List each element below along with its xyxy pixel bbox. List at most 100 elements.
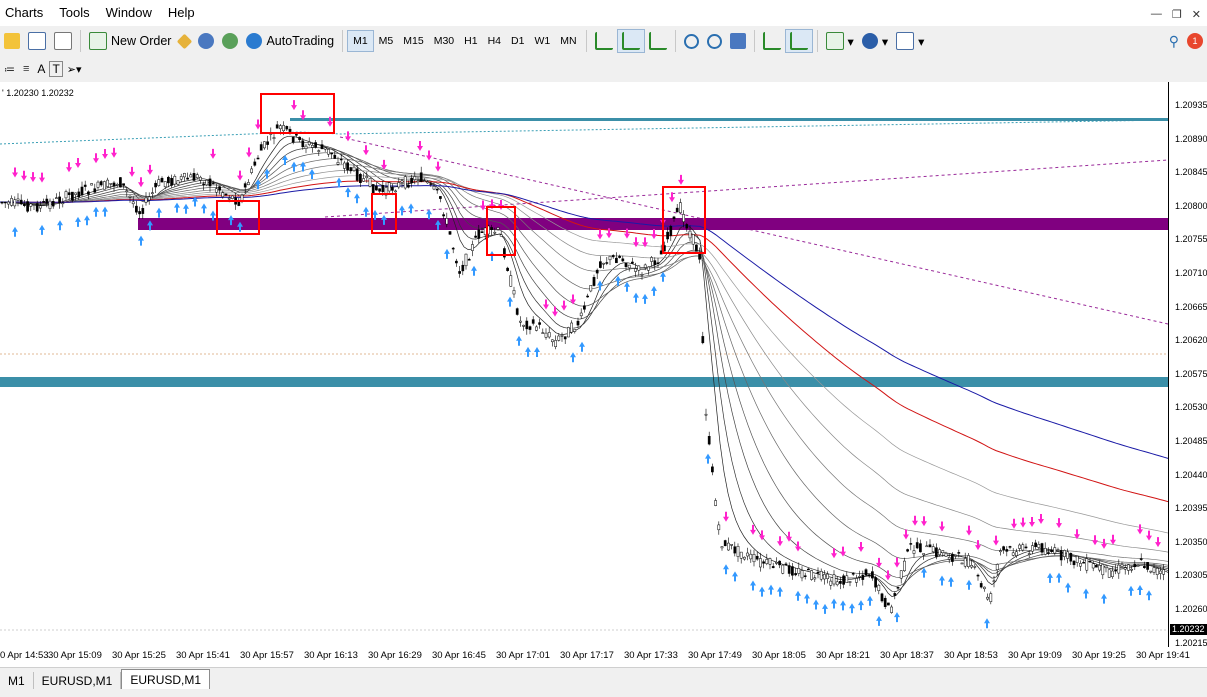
candle-body <box>16 198 20 201</box>
timeframe-h4[interactable]: H4 <box>483 31 506 51</box>
timeframe-m5[interactable]: M5 <box>374 31 399 51</box>
candle-body <box>1069 552 1073 562</box>
candle-body <box>823 574 826 580</box>
auto-trading-button[interactable]: AutoTrading <box>242 30 338 52</box>
candle-body <box>42 201 45 203</box>
zoom-out-icon[interactable] <box>703 30 726 52</box>
candle-body <box>1050 549 1053 552</box>
candle-body <box>759 558 762 568</box>
close-icon[interactable]: ✕ <box>1192 8 1201 21</box>
buy-arrow-icon <box>183 203 189 214</box>
navigator-icon[interactable] <box>194 30 218 52</box>
menu-bar: Charts Tools Window Help — ❐ ✕ <box>0 0 1207 26</box>
candle-body <box>1024 546 1028 549</box>
candle-body <box>973 566 977 568</box>
favorites-icon[interactable] <box>0 30 24 52</box>
chart-tab[interactable]: EURUSD,M1 <box>34 672 122 690</box>
candle-body <box>253 161 257 166</box>
bar-chart-icon[interactable] <box>591 30 617 52</box>
time-label: 30 Apr 16:13 <box>304 650 358 661</box>
chart-shift-icon[interactable] <box>759 30 785 52</box>
candle-body <box>115 184 119 186</box>
candle-body <box>695 244 698 252</box>
sell-arrow-icon <box>1038 514 1044 525</box>
buy-arrow-icon <box>750 580 756 591</box>
candle-body <box>1053 547 1057 554</box>
current-price-label: 1.20232 <box>1170 624 1207 635</box>
indicators-icon[interactable]: ▾ <box>822 30 858 52</box>
timeframe-w1[interactable]: W1 <box>529 31 555 51</box>
candle-body <box>512 290 516 295</box>
candle-body <box>394 190 397 193</box>
restore-icon[interactable]: ❐ <box>1172 8 1182 21</box>
candle-body <box>627 264 631 269</box>
candle-body <box>381 185 385 192</box>
purple-zone <box>138 218 1168 230</box>
candle-body <box>109 183 113 185</box>
periodicity-icon[interactable]: ▾ <box>858 30 892 52</box>
profiles-icon[interactable] <box>50 30 76 52</box>
timeframe-d1[interactable]: D1 <box>506 31 529 51</box>
fibonacci-icon[interactable]: ≔ <box>0 58 19 80</box>
candle-body <box>1088 560 1092 563</box>
chart-tab-active[interactable]: EURUSD,M1 <box>121 669 211 690</box>
new-order-button[interactable]: New Order <box>85 30 175 52</box>
candle-body <box>55 197 58 199</box>
market-watch-icon[interactable] <box>175 30 194 52</box>
menu-tools[interactable]: Tools <box>51 0 97 26</box>
price-chart[interactable] <box>0 82 1207 667</box>
timeframe-mn[interactable]: MN <box>555 31 581 51</box>
chart-tab[interactable]: M1 <box>0 672 34 690</box>
candle-body <box>23 203 26 206</box>
fibo-fan-icon[interactable]: ≡ <box>19 58 33 80</box>
candle-body <box>29 203 33 207</box>
candle-body <box>743 556 746 560</box>
tile-windows-icon[interactable] <box>726 30 750 52</box>
candle-body <box>541 332 545 334</box>
text-icon[interactable]: A <box>33 58 49 80</box>
candle-body <box>119 177 122 188</box>
buy-arrow-icon <box>858 600 864 611</box>
candle-body <box>963 558 967 567</box>
chart-canvas[interactable] <box>0 82 1168 647</box>
candle-body <box>883 597 887 607</box>
candle-body <box>711 466 714 473</box>
candlestick-icon[interactable] <box>616 29 645 53</box>
timeframe-m15[interactable]: M15 <box>398 31 428 51</box>
text-label-icon[interactable]: T <box>49 61 63 77</box>
buy-arrow-icon <box>822 603 828 614</box>
new-chart-icon[interactable] <box>24 30 50 52</box>
menu-window[interactable]: Window <box>98 0 160 26</box>
line-chart-icon[interactable] <box>645 30 671 52</box>
templates-icon[interactable]: ▾ <box>892 30 928 52</box>
menu-charts[interactable]: Charts <box>0 0 51 26</box>
candle-body <box>490 227 493 230</box>
candle-body <box>1021 544 1025 551</box>
candle-body <box>672 216 676 219</box>
timeframe-m1[interactable]: M1 <box>347 30 374 52</box>
sell-arrow-icon <box>912 515 918 526</box>
candle-body <box>979 583 983 588</box>
candle-body <box>304 145 308 149</box>
timeframe-h1[interactable]: H1 <box>459 31 482 51</box>
candle-body <box>922 553 925 556</box>
candle-body <box>746 552 749 557</box>
minimize-icon[interactable]: — <box>1151 8 1162 21</box>
timeframe-m30[interactable]: M30 <box>429 31 459 51</box>
notification-icon[interactable]: 1 <box>1183 30 1207 52</box>
candle-body <box>647 266 650 271</box>
sell-arrow-icon <box>417 140 423 151</box>
candle-body <box>189 174 193 178</box>
candle-body <box>442 214 445 217</box>
buy-arrow-icon <box>939 575 945 586</box>
sell-arrow-icon <box>129 166 135 177</box>
signals-icon[interactable] <box>218 30 242 52</box>
candle-body <box>407 185 410 188</box>
autoscroll-icon[interactable] <box>784 29 813 53</box>
search-icon[interactable]: ⚲ <box>1165 30 1183 52</box>
candle-body <box>51 201 55 207</box>
zoom-in-icon[interactable] <box>680 30 703 52</box>
menu-help[interactable]: Help <box>160 0 203 26</box>
arrows-icon[interactable]: ➢▾ <box>63 58 86 80</box>
sell-arrow-icon <box>111 147 117 158</box>
